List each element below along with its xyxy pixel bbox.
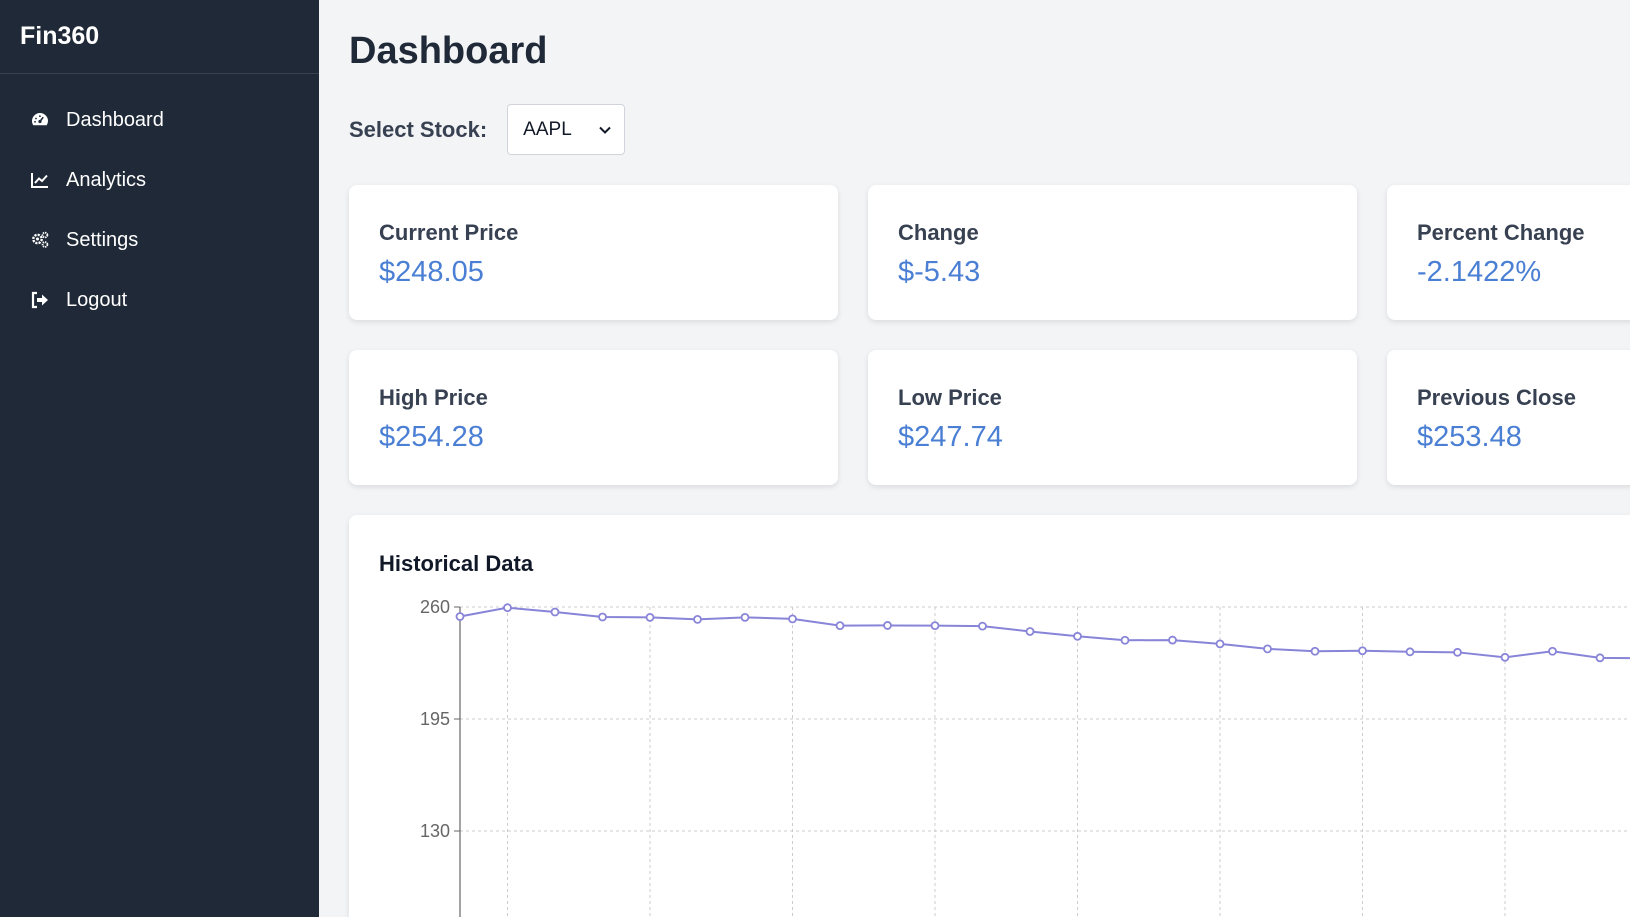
data-point	[503, 603, 512, 613]
stat-label: Percent Change	[1417, 220, 1585, 245]
stat-label: Previous Close	[1417, 385, 1576, 410]
sidebar-item-label: Analytics	[66, 168, 147, 191]
gears-icon	[28, 228, 52, 252]
stat-label: Low Price	[898, 385, 1002, 410]
stat-value: $248.05	[379, 256, 484, 288]
stock-select-row: Select Stock: AAPL	[349, 104, 626, 155]
sidebar: Fin360 Dashboard Analytics Settings Logo…	[0, 0, 319, 917]
sidebar-item-label: Settings	[66, 228, 139, 251]
data-point	[1310, 646, 1320, 656]
stat-label: Current Price	[379, 220, 519, 245]
data-point	[1500, 652, 1510, 662]
stat-value: $247.74	[898, 421, 1003, 453]
sidebar-item-dashboard[interactable]: Dashboard	[0, 90, 319, 150]
stat-label: Change	[898, 220, 979, 245]
sidebar-nav: Dashboard Analytics Settings Logout	[0, 74, 319, 330]
stat-value: $254.28	[379, 421, 484, 453]
y-tick-label: 130	[420, 821, 450, 841]
data-point	[1358, 646, 1367, 656]
brand-logo[interactable]: Fin360	[0, 0, 319, 74]
data-point	[883, 621, 892, 630]
data-point	[598, 612, 607, 622]
data-point	[1548, 646, 1557, 656]
sidebar-item-logout[interactable]: Logout	[0, 270, 319, 330]
data-point	[1595, 653, 1605, 663]
y-tick-label: 195	[420, 709, 450, 729]
historical-chart-card: Historical Data 260 195 130	[349, 515, 1630, 917]
page-title: Dashboard	[349, 30, 548, 72]
data-point	[1073, 631, 1082, 641]
sign-out-icon	[28, 288, 52, 312]
data-point	[1405, 647, 1415, 657]
data-point	[835, 621, 845, 631]
data-point	[978, 621, 987, 631]
data-point	[550, 607, 560, 617]
stat-card-change: Change $-5.43	[868, 185, 1357, 320]
data-point	[788, 614, 797, 624]
stat-card-percent-change: Percent Change -2.1422%	[1387, 185, 1630, 320]
stat-card-high-price: High Price $254.28	[349, 350, 838, 485]
data-point	[1453, 647, 1462, 657]
chart-line-icon	[28, 168, 52, 192]
sidebar-item-label: Dashboard	[66, 108, 164, 131]
sidebar-item-settings[interactable]: Settings	[0, 210, 319, 270]
chevron-down-icon	[598, 123, 612, 137]
data-point	[1120, 635, 1130, 645]
data-point	[645, 612, 655, 622]
historical-line-chart: 260 195 130	[420, 597, 1630, 917]
data-point	[1025, 627, 1035, 636]
stat-card-previous-close: Previous Close $253.48	[1387, 350, 1630, 485]
data-point	[693, 615, 702, 624]
data-point	[740, 612, 750, 622]
stat-label: High Price	[379, 385, 488, 410]
data-point	[930, 621, 940, 631]
stat-value: $253.48	[1417, 421, 1522, 453]
stat-value: -2.1422%	[1417, 256, 1542, 288]
sidebar-item-analytics[interactable]: Analytics	[0, 150, 319, 210]
sidebar-item-label: Logout	[66, 288, 128, 311]
main-content: Dashboard Select Stock: AAPL Current Pri…	[319, 0, 1630, 917]
data-point	[1263, 644, 1272, 654]
stat-value: $-5.43	[898, 256, 981, 288]
stock-select-value: AAPL	[523, 118, 572, 140]
stock-select[interactable]: AAPL	[507, 104, 626, 155]
y-tick-label: 260	[420, 597, 450, 617]
data-point	[1215, 639, 1225, 649]
stock-select-label: Select Stock:	[349, 116, 488, 142]
stat-card-low-price: Low Price $247.74	[868, 350, 1357, 485]
data-point	[455, 612, 465, 621]
data-point	[1168, 635, 1177, 645]
gauge-icon	[28, 108, 52, 132]
stat-card-current-price: Current Price $248.05	[349, 185, 838, 320]
